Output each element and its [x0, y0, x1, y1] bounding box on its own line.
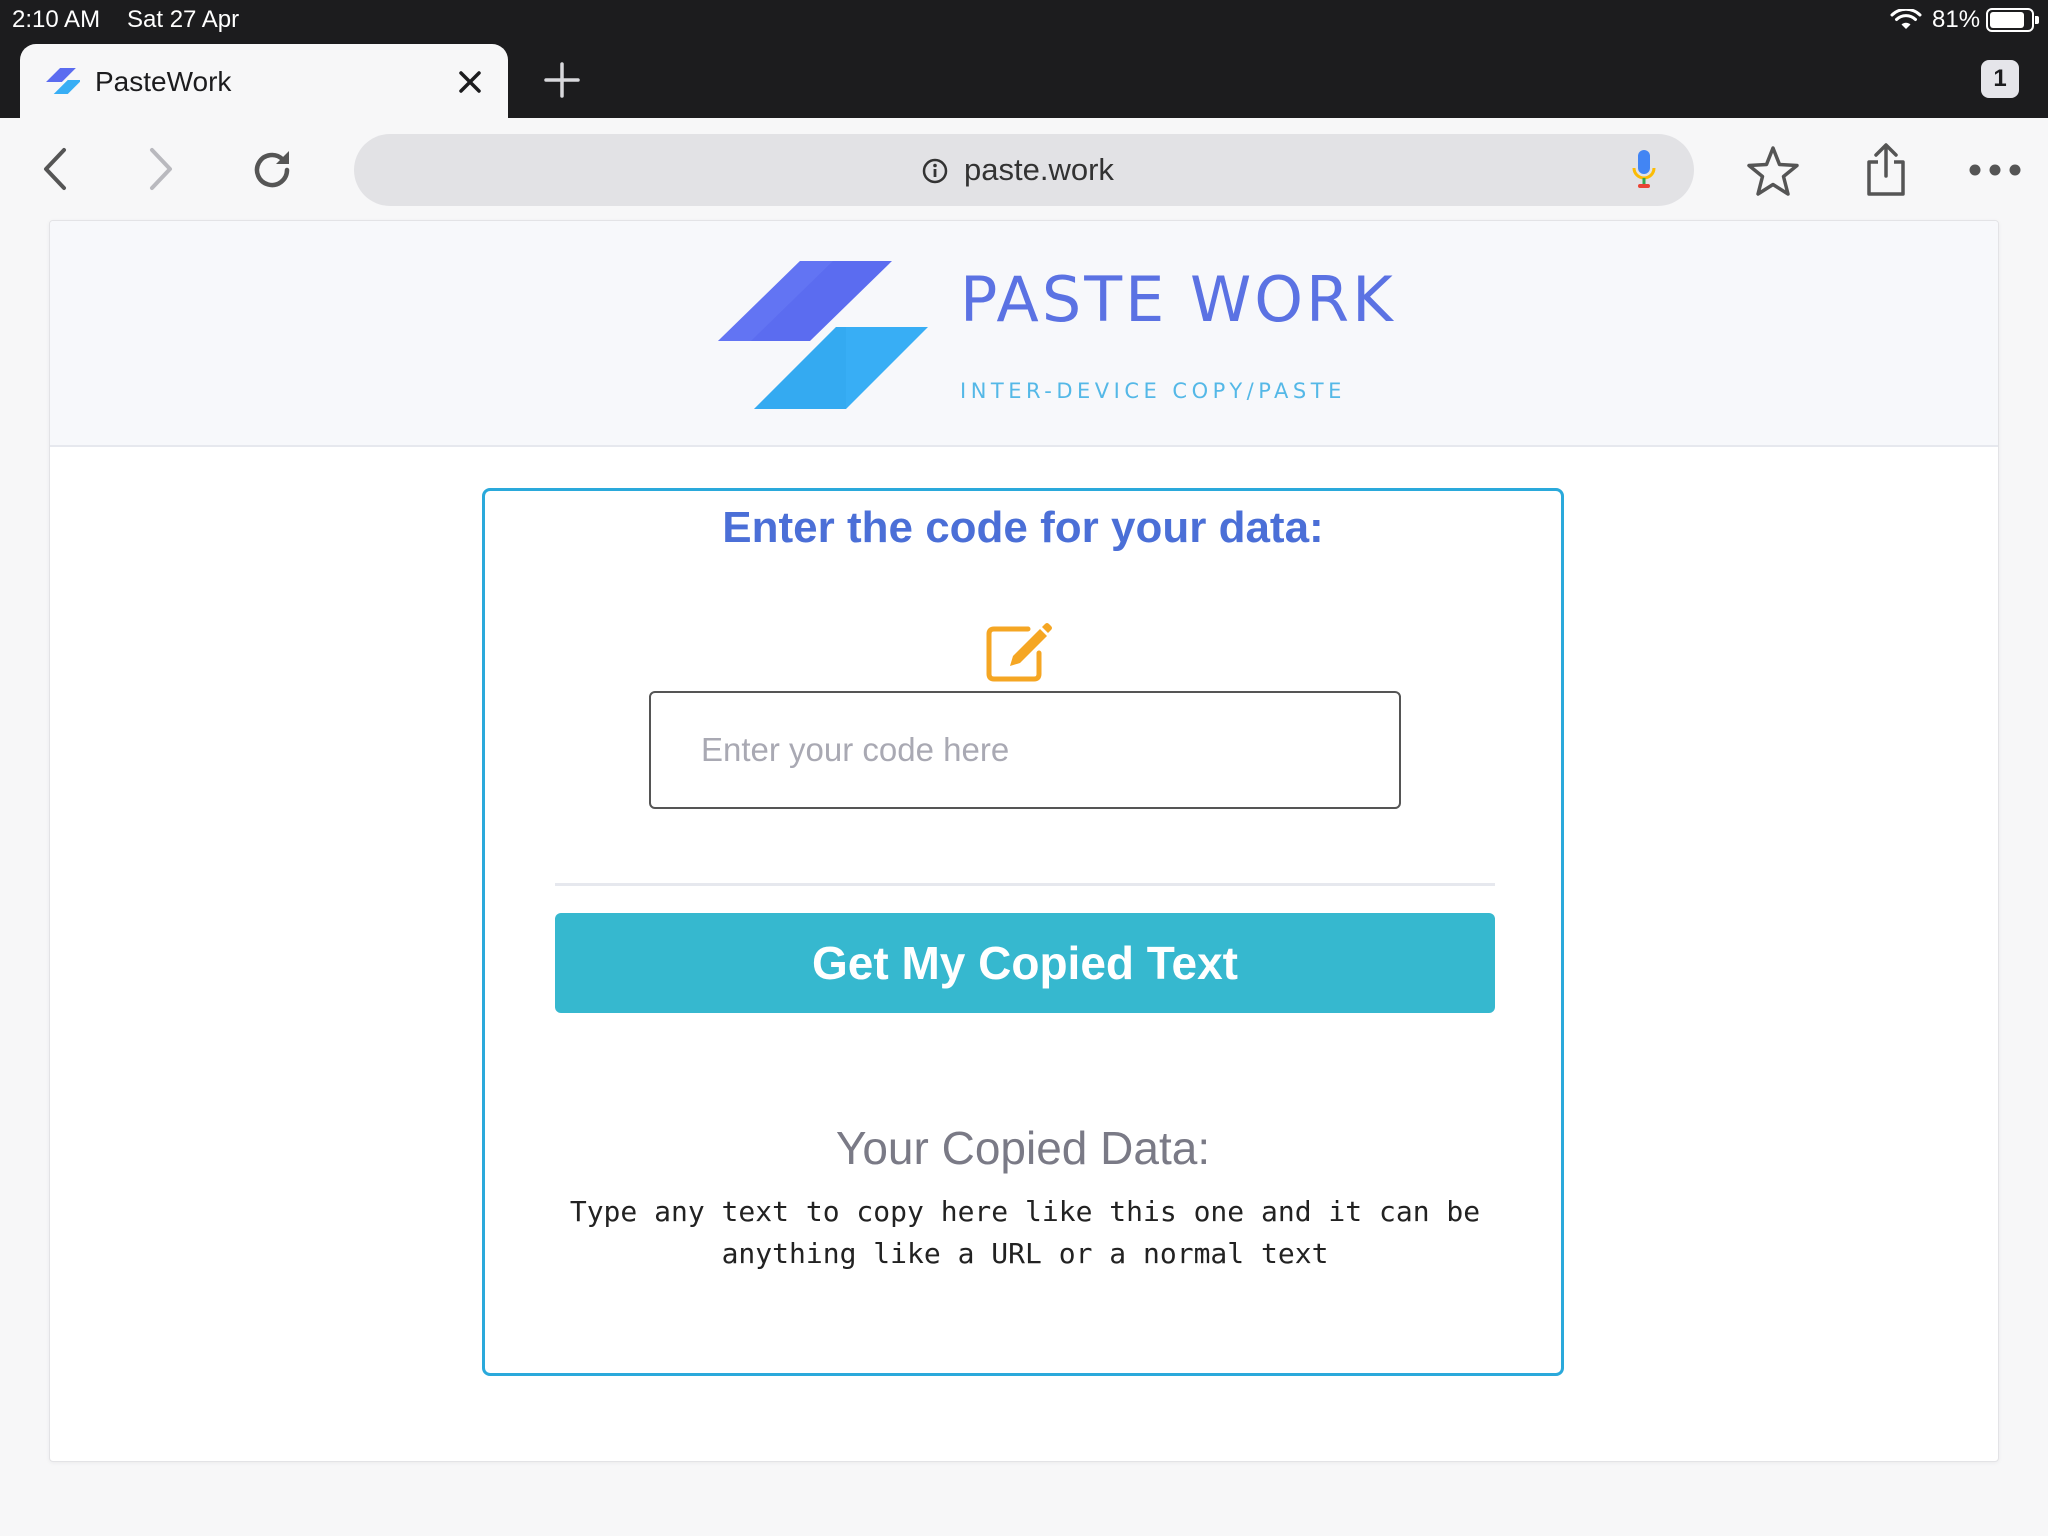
code-input[interactable] — [649, 691, 1401, 809]
battery-percent: 81% — [1932, 6, 1981, 33]
status-bar: 2:10 AM Sat 27 Apr 81% — [0, 0, 2048, 40]
address-bar[interactable]: paste.work — [354, 134, 1694, 206]
wifi-icon — [1890, 7, 1922, 38]
code-panel: Enter the code for your data: Get My Cop… — [482, 488, 1564, 1376]
tab-pastework[interactable]: PasteWork — [20, 44, 508, 118]
site-header: PASTE WORK INTER-DEVICE COPY/PASTE — [50, 221, 1998, 447]
back-icon[interactable] — [30, 144, 80, 194]
copied-data-text: Type any text to copy here like this one… — [569, 1195, 1481, 1270]
reload-icon[interactable] — [244, 142, 300, 198]
web-page: PASTE WORK INTER-DEVICE COPY/PASTE Enter… — [49, 220, 1999, 1462]
info-icon[interactable] — [922, 158, 948, 189]
pastework-favicon-icon — [46, 68, 82, 99]
microphone-icon[interactable] — [1632, 148, 1656, 197]
get-copied-text-button[interactable]: Get My Copied Text — [555, 913, 1495, 1013]
edit-icon — [984, 621, 1056, 688]
brand-tagline: INTER-DEVICE COPY/PASTE — [960, 379, 1346, 403]
copied-data-title: Your Copied Data: — [835, 1122, 1211, 1174]
bookmark-star-icon[interactable] — [1744, 142, 1802, 200]
new-tab-icon[interactable] — [540, 58, 584, 102]
share-icon[interactable] — [1858, 140, 1914, 200]
forward-icon[interactable] — [136, 144, 186, 194]
battery-icon — [1986, 8, 2039, 32]
pastework-logo-icon — [718, 259, 928, 414]
divider — [555, 883, 1495, 886]
more-options-icon[interactable] — [1966, 152, 2024, 188]
tab-strip: PasteWork 1 — [0, 40, 2048, 118]
tab-title: PasteWork — [95, 66, 232, 97]
browser-toolbar: paste.work — [0, 118, 2048, 220]
close-tab-icon[interactable] — [450, 62, 490, 102]
status-time: 2:10 AM — [12, 6, 101, 33]
status-date: Sat 27 Apr — [127, 6, 240, 33]
tab-count-button[interactable]: 1 — [1981, 60, 2019, 98]
url-text: paste.work — [964, 152, 1114, 187]
brand-title: PASTE WORK — [960, 263, 1396, 336]
code-prompt: Enter the code for your data: — [722, 503, 1324, 552]
